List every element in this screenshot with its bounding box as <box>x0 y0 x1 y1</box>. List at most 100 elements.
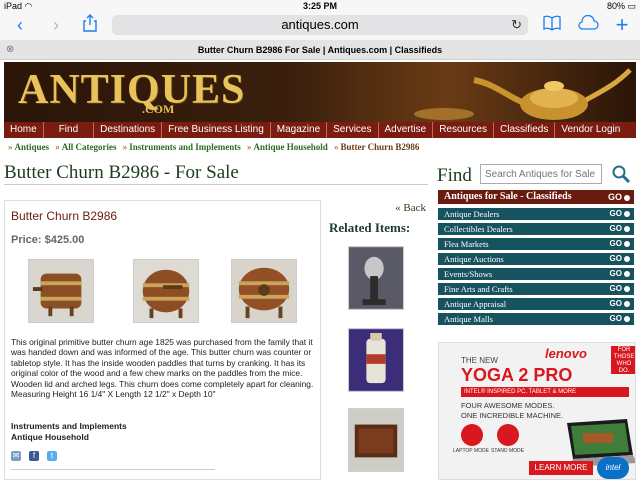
go-button[interactable]: GO <box>610 298 630 310</box>
nav-advertise[interactable]: Advertise <box>379 122 434 138</box>
category-label: Antique Appraisal <box>444 299 507 309</box>
tab-title[interactable]: Butter Churn B2986 For Sale | Antiques.c… <box>198 45 442 55</box>
item-price: Price: $425.00 <box>11 234 85 246</box>
item-photo-2[interactable] <box>133 259 199 323</box>
category-label: Events/Shows <box>444 269 493 279</box>
email-share-icon[interactable]: ✉ <box>11 451 21 461</box>
go-button[interactable]: GO <box>610 313 630 325</box>
forward-arrow-icon[interactable]: › <box>44 14 68 36</box>
go-button[interactable]: GO <box>610 208 630 220</box>
ad-model: YOGA 2 PRO <box>461 365 573 385</box>
category-antique-dealers[interactable]: Antique Dealers GO <box>438 208 634 220</box>
go-button[interactable]: GO <box>610 223 630 235</box>
go-button[interactable]: GO <box>610 268 630 280</box>
breadcrumb-all-categories[interactable]: All Categories <box>62 142 117 152</box>
item-photo-1[interactable] <box>28 259 94 323</box>
learn-more-button[interactable]: LEARN MORE <box>529 461 593 475</box>
new-tab-icon[interactable]: + <box>610 14 634 36</box>
related-item-3-photo[interactable] <box>348 408 404 472</box>
search-icon[interactable] <box>610 164 632 184</box>
laptop-mode-icon <box>461 424 483 446</box>
lenovo-advertisement[interactable]: THE NEW lenovo FOR THOSE WHO DO. YOGA 2 … <box>438 342 636 480</box>
classifieds-go-button[interactable]: GO <box>608 190 630 204</box>
back-link[interactable]: « Back <box>395 202 426 214</box>
site-logo[interactable]: ANTIQUES <box>18 66 245 114</box>
category-collectibles-dealers[interactable]: Collectibles Dealers GO <box>438 223 634 235</box>
category-antique-auctions[interactable]: Antique Auctions GO <box>438 253 634 265</box>
related-item-2-photo[interactable] <box>348 328 404 392</box>
browser-toolbar: ‹ › antiques.com ↻ + <box>0 12 640 40</box>
search-input[interactable] <box>480 164 602 184</box>
web-page: ANTIQUES .COM Home Find Destinations Fre… <box>0 60 640 480</box>
close-tab-icon[interactable]: ⊗ <box>6 40 14 60</box>
share-divider <box>11 469 215 470</box>
go-button[interactable]: GO <box>610 283 630 295</box>
listing-panel: Butter Churn B2986 Price: $425.00 This o… <box>4 200 320 480</box>
item-title: Butter Churn B2986 <box>11 209 118 223</box>
find-heading: Find <box>437 165 472 186</box>
classifieds-header-label: Antiques for Sale - Classifieds <box>444 191 572 202</box>
teapot-image <box>414 68 632 120</box>
address-bar[interactable]: antiques.com ↻ <box>112 15 528 35</box>
nav-find[interactable]: Find <box>44 122 95 138</box>
category-label: Flea Markets <box>444 239 489 249</box>
nav-services[interactable]: Services <box>327 122 379 138</box>
nav-vendor-login[interactable]: Vendor Login <box>555 122 626 138</box>
nav-home[interactable]: Home <box>4 122 44 138</box>
category-flea-markets[interactable]: Flea Markets GO <box>438 238 634 250</box>
category-label: Antique Malls <box>444 314 493 324</box>
category-antique-appraisal[interactable]: Antique Appraisal GO <box>438 298 634 310</box>
back-arrow-icon[interactable]: ‹ <box>8 14 32 36</box>
classifieds-header[interactable]: Antiques for Sale - Classifieds GO <box>438 190 634 204</box>
facebook-share-icon[interactable]: f <box>29 451 39 461</box>
related-items-panel: « Back Related Items: <box>320 200 430 480</box>
go-button[interactable]: GO <box>610 253 630 265</box>
main-nav: Home Find Destinations Free Business Lis… <box>4 122 636 138</box>
clock: 3:25 PM <box>302 1 337 11</box>
reload-icon[interactable]: ↻ <box>511 15 522 35</box>
ad-line-1: FOUR AWESOME MODES. <box>461 401 555 410</box>
category-label: Antique Auctions <box>444 254 504 264</box>
ad-mode-stand: STAND MODE <box>491 448 524 454</box>
intel-logo: intel <box>597 457 629 479</box>
url-text: antiques.com <box>281 17 359 32</box>
category-fine-arts[interactable]: Fine Arts and Crafts GO <box>438 283 634 295</box>
nav-magazine[interactable]: Magazine <box>271 122 328 138</box>
item-category-1[interactable]: Instruments and Implements <box>11 421 127 431</box>
nav-free-business-listing[interactable]: Free Business Listing <box>162 122 271 138</box>
twitter-share-icon[interactable]: t <box>47 451 57 461</box>
category-antique-malls[interactable]: Antique Malls GO <box>438 313 634 325</box>
related-item-1-photo[interactable] <box>348 246 404 310</box>
stand-mode-icon <box>497 424 519 446</box>
breadcrumb-household[interactable]: Antique Household <box>254 142 328 152</box>
ad-subtitle: INTEL® INSPIRED PC, TABLET & MORE <box>461 387 629 397</box>
site-logo-com: .COM <box>142 102 175 116</box>
status-bar: iPad ◠ 3:25 PM 80% ▭ <box>0 0 640 12</box>
ad-tagline-badge: FOR THOSE WHO DO. <box>611 346 635 374</box>
battery-icon: ▭ <box>627 1 636 11</box>
item-photo-3[interactable] <box>231 259 297 323</box>
nav-resources[interactable]: Resources <box>433 122 494 138</box>
ad-mode-laptop: LAPTOP MODE <box>453 448 489 454</box>
item-category-2[interactable]: Antique Household <box>11 432 89 442</box>
tab-bar: ⊗ Butter Churn B2986 For Sale | Antiques… <box>0 40 640 60</box>
breadcrumb: » Antiques » All Categories » Instruments a… <box>8 142 420 152</box>
go-button[interactable]: GO <box>610 238 630 250</box>
ad-the-new: THE NEW <box>461 356 498 365</box>
category-label: Collectibles Dealers <box>444 224 513 234</box>
site-banner: ANTIQUES .COM <box>4 62 636 122</box>
nav-classifieds[interactable]: Classifieds <box>494 122 556 138</box>
ad-brand: lenovo <box>545 346 587 361</box>
page-title: Butter Churn B2986 - For Sale <box>4 162 239 183</box>
category-label: Fine Arts and Crafts <box>444 284 513 294</box>
breadcrumb-antiques[interactable]: Antiques <box>15 142 50 152</box>
item-description: This original primitive butter churn age… <box>11 337 314 400</box>
category-events-shows[interactable]: Events/Shows GO <box>438 268 634 280</box>
category-label: Antique Dealers <box>444 209 500 219</box>
nav-destinations[interactable]: Destinations <box>94 122 163 138</box>
bookmarks-icon[interactable] <box>540 14 564 36</box>
cloud-tabs-icon[interactable] <box>576 14 600 36</box>
breadcrumb-instruments[interactable]: Instruments and Implements <box>129 142 241 152</box>
share-icon[interactable] <box>78 14 102 36</box>
related-items-title: Related Items: <box>329 220 411 235</box>
